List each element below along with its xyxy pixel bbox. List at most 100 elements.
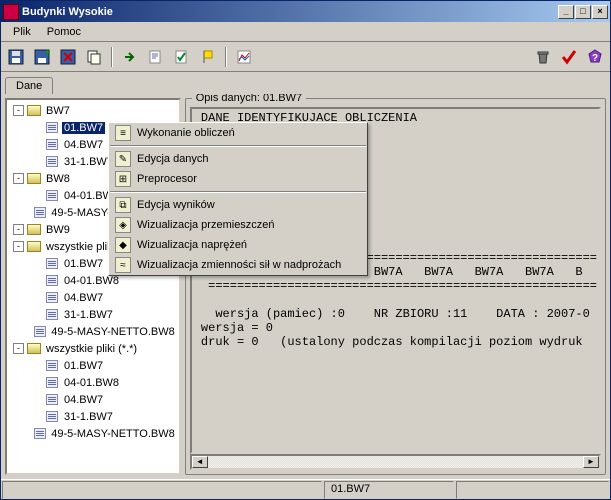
append-icon[interactable]: + (31, 46, 53, 68)
tree-label[interactable]: BW9 (44, 224, 72, 236)
context-menu-label: Wizualizacja zmienności sił w nadprożach (137, 259, 341, 271)
status-file: 01.BW7 (324, 481, 454, 499)
scroll-right-button[interactable]: ► (583, 456, 599, 468)
tree-label[interactable]: 04.BW7 (62, 394, 105, 406)
tree-expander[interactable]: - (13, 224, 24, 235)
tree-label[interactable]: 31-1.BW7 (62, 309, 115, 321)
file-icon (34, 207, 46, 219)
minimize-button[interactable]: _ (558, 5, 574, 19)
tabs: Dane (1, 72, 610, 94)
copy-icon[interactable] (83, 46, 105, 68)
file-icon (45, 377, 59, 389)
tree-node[interactable]: 04.BW7 (9, 391, 177, 408)
force-icon: ≈ (115, 257, 131, 273)
svg-text:?: ? (592, 53, 598, 64)
file-icon (34, 428, 46, 440)
window-buttons: _ □ × (558, 5, 608, 19)
file-icon (45, 275, 59, 287)
tree-expander[interactable]: - (13, 105, 24, 116)
titlebar[interactable]: Budynki Wysokie _ □ × (1, 1, 610, 22)
context-menu-item[interactable]: ◆Wizualizacja naprężeń (109, 235, 367, 255)
scroll-track[interactable] (208, 456, 583, 468)
svg-text:+: + (45, 49, 50, 59)
flag-icon[interactable] (197, 46, 219, 68)
save-icon[interactable] (5, 46, 27, 68)
tree-label[interactable]: 04.BW7 (62, 292, 105, 304)
file-icon (45, 309, 59, 321)
check-icon[interactable] (171, 46, 193, 68)
folder-icon (27, 224, 41, 236)
context-menu-item[interactable]: ⊞ Preprocesor (109, 169, 367, 189)
tree-expander[interactable]: - (13, 241, 24, 252)
file-icon (45, 258, 59, 270)
tree-label[interactable]: 31-1.BW7 (62, 411, 115, 423)
context-menu-item[interactable]: ⧉Edycja wyników (109, 195, 367, 215)
tab-dane[interactable]: Dane (5, 77, 53, 94)
file-icon (45, 122, 59, 134)
menubar: Plik Pomoc (1, 22, 610, 42)
chart-icon[interactable] (233, 46, 255, 68)
context-menu-item[interactable]: ◈Wizualizacja przemieszczeń (109, 215, 367, 235)
tree-label[interactable]: 04.BW7 (62, 139, 105, 151)
file-icon (45, 156, 59, 168)
tree-label[interactable]: 01.BW7 (62, 360, 105, 372)
tree-node[interactable]: 31-1.BW7 (9, 306, 177, 323)
tree-label[interactable]: BW7 (44, 105, 72, 117)
tree-label[interactable]: BW8 (44, 173, 72, 185)
file-icon (45, 139, 59, 151)
tree-expander[interactable]: - (13, 173, 24, 184)
horizontal-scrollbar[interactable]: ◄ ► (190, 454, 601, 470)
context-menu-item[interactable]: ≈ Wizualizacja zmienności sił w nadprożac… (109, 255, 367, 275)
calc-icon: ≡ (115, 125, 131, 141)
tree-label[interactable]: 49-5-MASY-NETTO.BW8 (49, 326, 176, 338)
toolbar-separator-2 (225, 47, 227, 67)
maximize-button[interactable]: □ (575, 5, 591, 19)
tree-node[interactable]: - wszystkie pliki (*.*) (9, 340, 177, 357)
folder-icon (27, 241, 41, 253)
context-menu-label: Wizualizacja przemieszczeń (137, 219, 275, 231)
folder-icon (27, 173, 41, 185)
context-menu[interactable]: ≡Wykonanie obliczeń ✎Edycja danych ⊞ Prepro… (108, 122, 368, 276)
file-icon (45, 394, 59, 406)
tree-node[interactable]: 49-5-MASY-NETTO.BW8 (9, 323, 177, 340)
help-icon[interactable]: ? (584, 46, 606, 68)
tree-node[interactable]: 31-1.BW7 (9, 408, 177, 425)
tree-node[interactable]: 01.BW7 (9, 357, 177, 374)
context-menu-separator (110, 191, 366, 193)
red-check-icon[interactable] (558, 46, 580, 68)
tree-node[interactable]: 04-01.BW8 (9, 374, 177, 391)
tree-node[interactable]: 04.BW7 (9, 289, 177, 306)
close-button[interactable]: × (592, 5, 608, 19)
tree-label[interactable]: wszystkie pliki (*.*) (44, 343, 139, 355)
context-menu-label: Edycja danych (137, 153, 209, 165)
menu-pomoc[interactable]: Pomoc (39, 24, 89, 40)
context-menu-label: Preprocesor (137, 173, 197, 185)
statusbar: 01.BW7 (1, 479, 610, 499)
toolbar: + ? (1, 42, 610, 72)
context-menu-item[interactable]: ✎Edycja danych (109, 149, 367, 169)
tree-label[interactable]: 31-1.BW7 (62, 156, 115, 168)
tree-label[interactable]: 04-01.BW8 (62, 275, 121, 287)
tree-label[interactable]: 01.BW7 (62, 258, 105, 270)
tree-expander[interactable]: - (13, 343, 24, 354)
trash-icon[interactable] (532, 46, 554, 68)
menu-plik[interactable]: Plik (5, 24, 39, 40)
toolbar-separator (111, 47, 113, 67)
tree-label[interactable]: 49-5-MASY-NETTO.BW8 (49, 428, 176, 440)
tree-label[interactable]: 01.BW7 (62, 122, 105, 134)
file-icon (45, 360, 59, 372)
result-icon: ⧉ (115, 197, 131, 213)
context-menu-item[interactable]: ≡Wykonanie obliczeń (109, 123, 367, 143)
edit-icon[interactable] (145, 46, 167, 68)
delete-icon[interactable] (57, 46, 79, 68)
tree-label[interactable]: 04-01.BW8 (62, 377, 121, 389)
prep-icon: ⊞ (115, 171, 131, 187)
forward-icon[interactable] (119, 46, 141, 68)
tree-node[interactable]: 49-5-MASY-NETTO.BW8 (9, 425, 177, 442)
tree-node[interactable]: - BW7 (9, 102, 177, 119)
context-menu-separator (110, 145, 366, 147)
file-icon (34, 326, 46, 338)
file-icon (45, 411, 59, 423)
scroll-left-button[interactable]: ◄ (192, 456, 208, 468)
file-icon (45, 292, 59, 304)
